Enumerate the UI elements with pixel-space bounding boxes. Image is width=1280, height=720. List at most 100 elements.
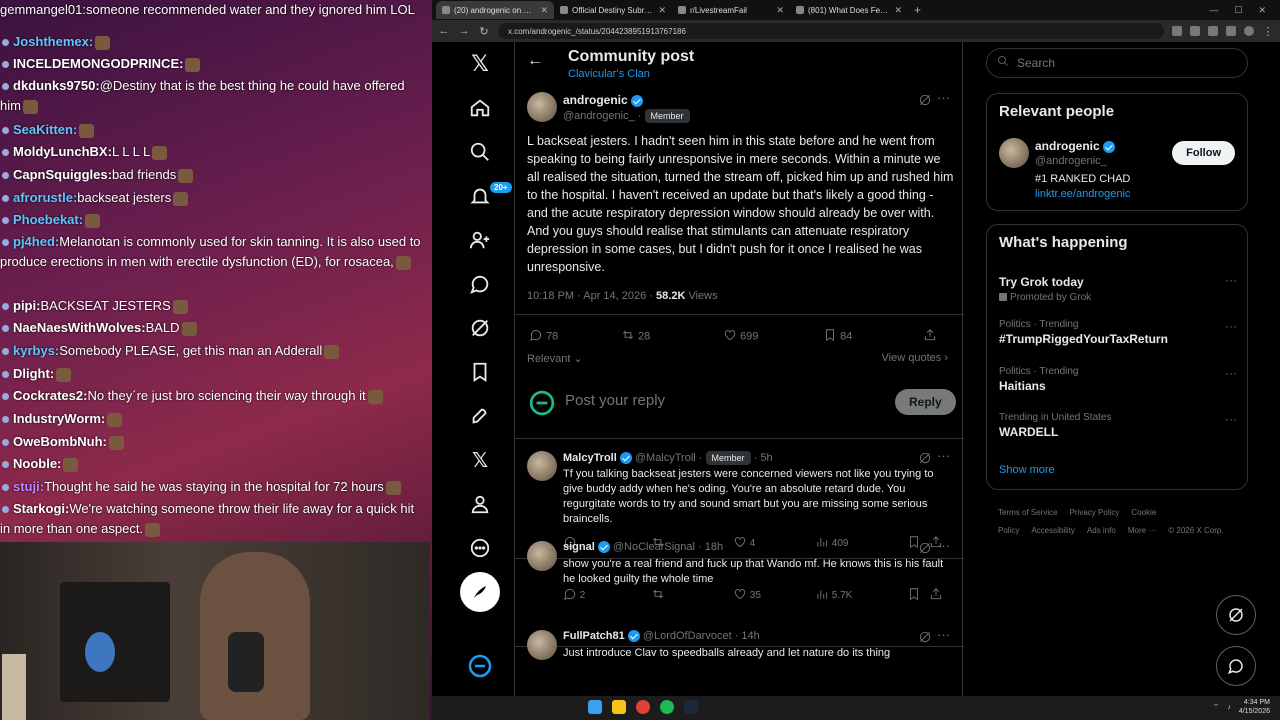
wifi-icon[interactable]: ⌔ [1213,703,1220,712]
chat-username[interactable]: MoldyLunchBX: [13,144,112,159]
chat-username[interactable]: Joshthemex: [13,34,93,49]
browser-tab[interactable]: r/LivestreamFail ✕ [672,1,790,19]
back-arrow-icon[interactable]: ← [527,52,543,70]
url-input[interactable]: x.com/androgenic_/status/204423895191376… [498,23,1164,39]
footer-link[interactable]: More ··· [1128,526,1156,535]
reply-input[interactable]: Post your reply [565,392,665,409]
footer-link[interactable]: Ads info [1087,526,1116,535]
chat-username[interactable]: stuji: [13,479,44,494]
bookmarks-icon[interactable] [456,354,504,390]
browser-tab[interactable]: (20) androgenic on X: "L backs ✕ [436,1,554,19]
chrome-icon[interactable] [636,700,650,714]
more-options-icon[interactable]: ··· [1225,412,1237,426]
extension-icon[interactable] [1172,26,1182,36]
trend-item[interactable]: Politics · Trending #TrumpRiggedYourTaxRe… [999,319,1237,346]
author-handle[interactable]: @androgenic_ [563,110,635,122]
reply-item[interactable]: FullPatch81 @LordOfDarvocet · 14h ··· Just… [515,618,964,696]
more-options-icon[interactable]: ··· [937,538,950,553]
tab-close-icon[interactable]: ✕ [658,5,666,16]
back-icon[interactable]: ← [438,25,450,37]
profile-icon[interactable] [1244,26,1254,36]
chat-username[interactable]: kyrbys: [13,343,59,358]
browser-tab[interactable]: (801) What Does Fentanyl Do | ✕ [790,1,908,19]
show-more-link[interactable]: Show more [999,464,1055,476]
footer-link[interactable]: Privacy Policy [1070,508,1120,517]
grok-logo-icon[interactable] [468,654,492,678]
more-options-icon[interactable]: ··· [1225,366,1237,380]
reply-time[interactable]: · 14h [735,630,760,642]
share-icon[interactable] [923,328,937,345]
footer-link[interactable]: © 2026 X Corp. [1168,526,1223,535]
view-quotes-link[interactable]: View quotes › [882,352,948,364]
close-icon[interactable]: ✕ [1258,5,1266,16]
reply-author-handle[interactable]: @NoClearSignal [613,541,695,553]
trend-item[interactable]: Trending in United States WARDELL ··· [999,412,1237,439]
reload-icon[interactable]: ↻ [478,25,490,38]
bookmark-icon[interactable] [907,587,929,604]
more-options-icon[interactable]: ··· [1225,319,1237,333]
reply-author-name[interactable]: signal [563,541,595,553]
grok-post-icon[interactable] [918,93,932,112]
chat-username[interactable]: Nooble: [13,456,61,471]
reply-time[interactable]: · 18h [698,541,723,553]
minimize-icon[interactable]: — [1209,5,1218,16]
like-action[interactable]: 699 [723,328,823,345]
tab-close-icon[interactable]: ✕ [540,5,548,16]
steam-icon[interactable] [684,700,698,714]
relevant-name[interactable]: androgenic [1035,139,1115,153]
footer-link[interactable]: Terms of Service [998,508,1058,517]
chat-username[interactable]: INCELDEMONGODPRINCE: [13,56,183,71]
chat-username[interactable]: pj4hed: [13,234,59,249]
chat-username[interactable]: afrorustle: [13,190,77,205]
extension-icon[interactable] [1190,26,1200,36]
more-icon[interactable] [456,530,504,566]
extension-icon[interactable] [1226,26,1236,36]
chat-username[interactable]: Cockrates2: [13,388,87,403]
reply-author-handle[interactable]: @MalcyTroll [635,452,696,464]
profile-icon[interactable] [456,486,504,522]
avatar[interactable] [527,451,557,481]
chat-username[interactable]: NaeNaesWithWolves: [13,320,146,335]
home-icon[interactable] [456,90,504,126]
post-author-name[interactable]: androgenic [563,93,643,107]
reply-author-name[interactable]: MalcyTroll [563,452,617,464]
avatar[interactable] [999,138,1029,168]
tab-close-icon[interactable]: ✕ [894,5,902,16]
repost-action[interactable]: 28 [621,328,723,345]
messages-float-button[interactable] [1216,646,1256,686]
sort-dropdown[interactable]: Relevant ⌄ [527,352,583,365]
menu-icon[interactable]: ⋮ [1262,25,1274,38]
reply-author-handle[interactable]: @LordOfDarvocet [643,630,732,642]
post-time[interactable]: 10:18 PM · Apr 14, 2026 · [527,290,656,302]
trend-item[interactable]: Try Grok today Promoted by Grok ··· [999,269,1237,303]
relevant-link[interactable]: linktr.ee/androgenic [1035,188,1130,200]
tab-close-icon[interactable]: ✕ [776,5,784,16]
chat-username[interactable]: OweBombNuh: [13,434,107,449]
search-icon[interactable] [456,134,504,170]
like-action[interactable]: 35 [733,587,815,604]
relevant-handle[interactable]: @androgenic_ [1035,155,1107,167]
star-icon[interactable] [1208,26,1218,36]
reply-author-name[interactable]: FullPatch81 [563,630,625,642]
chat-username[interactable]: dkdunks9750: [13,78,100,93]
reply-action[interactable]: 78 [529,328,621,345]
avatar[interactable] [527,541,557,571]
x-logo-icon[interactable]: 𝕏 [456,46,504,82]
chat-username[interactable]: Phoebekat: [13,212,83,227]
avatar[interactable] [527,630,557,660]
reply-item[interactable]: signal @NoClearSignal · 18h ··· show you'r… [515,529,964,619]
maximize-icon[interactable]: ☐ [1234,5,1242,16]
spotify-icon[interactable] [660,700,674,714]
views-action[interactable]: 5.7K [815,587,907,604]
grok-icon[interactable] [456,310,504,346]
compose-post-button[interactable] [460,572,500,612]
more-options-icon[interactable]: ··· [937,448,950,463]
premium-x-icon[interactable]: 𝕏 [456,442,504,478]
footer-link[interactable]: Accessibility [1031,526,1075,535]
more-options-icon[interactable]: ··· [1225,273,1237,287]
reply-item[interactable]: MalcyTroll @MalcyTroll · Member · 5h ··· T… [515,439,964,549]
chat-username[interactable]: Starkogi: [13,501,69,516]
follow-icon[interactable] [456,222,504,258]
file-explorer-icon[interactable] [612,700,626,714]
grok-float-button[interactable] [1216,595,1256,635]
